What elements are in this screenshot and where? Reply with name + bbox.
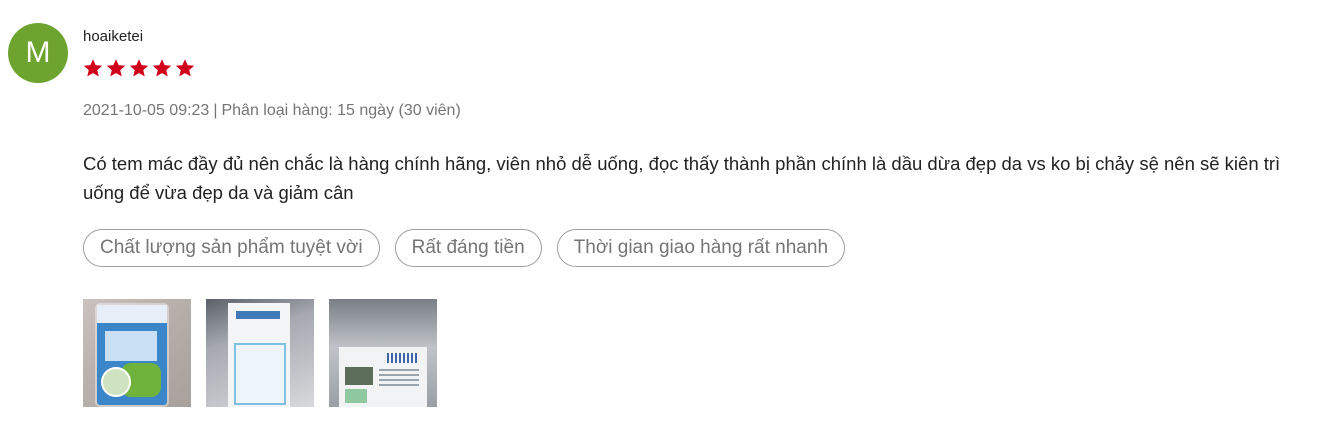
review-tags: Chất lượng sản phẩm tuyệt vời Rất đáng t… bbox=[83, 229, 846, 267]
review-date: 2021-10-05 09:23 bbox=[83, 102, 210, 119]
meta-separator: | bbox=[213, 102, 218, 119]
review-tag-value[interactable]: Rất đáng tiền bbox=[394, 229, 542, 267]
avatar-letter: M bbox=[25, 36, 51, 69]
avatar[interactable]: M bbox=[8, 23, 68, 83]
review-content: Có tem mác đầy đủ nên chắc là hàng chính… bbox=[83, 153, 1281, 203]
star-icon bbox=[152, 59, 172, 77]
review-photo-3[interactable] bbox=[329, 299, 437, 407]
review-tag-delivery[interactable]: Thời gian giao hàng rất nhanh bbox=[556, 229, 846, 267]
star-icon bbox=[106, 59, 126, 77]
variant-label: Phân loại hàng: bbox=[221, 102, 333, 119]
variant-value: 15 ngày (30 viên) bbox=[337, 102, 461, 119]
star-icon bbox=[175, 59, 195, 77]
reviewer-username[interactable]: hoaiketei bbox=[83, 28, 143, 45]
review-photos bbox=[83, 299, 437, 407]
review-tag-quality[interactable]: Chất lượng sản phẩm tuyệt vời bbox=[83, 229, 380, 267]
rating-stars bbox=[83, 58, 195, 78]
star-icon bbox=[83, 59, 103, 77]
review-meta: 2021-10-05 09:23 | Phân loại hàng: 15 ngày… bbox=[83, 102, 461, 120]
star-icon bbox=[129, 59, 149, 77]
review-photo-2[interactable] bbox=[206, 299, 314, 407]
review-photo-1[interactable] bbox=[83, 299, 191, 407]
